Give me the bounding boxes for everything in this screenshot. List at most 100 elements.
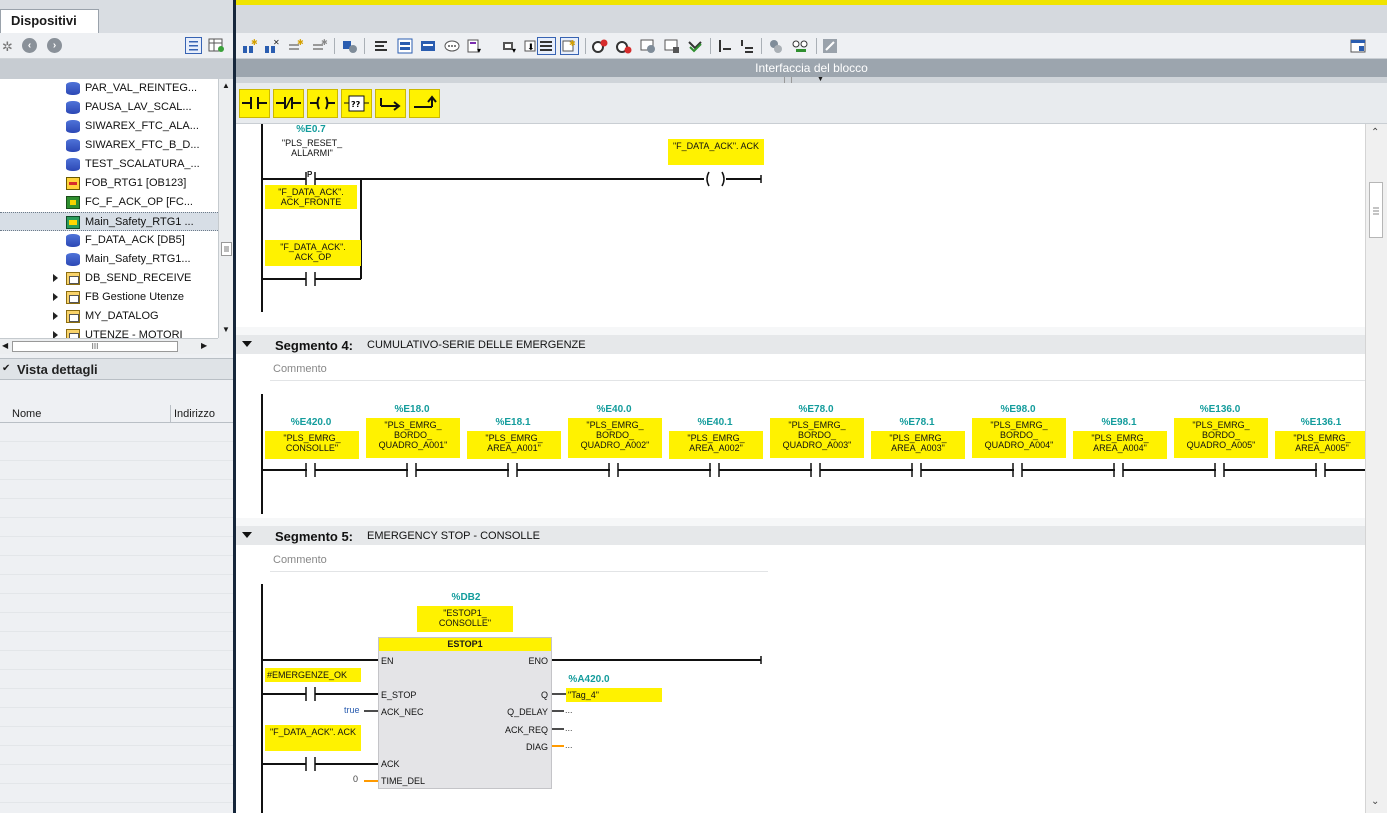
scroll-down-icon[interactable]: ⌄ xyxy=(1371,796,1379,807)
tree-horizontal-scrollbar[interactable]: ◀ III ▶ xyxy=(0,338,218,354)
editor-scroll-thumb[interactable] xyxy=(1369,182,1383,238)
favorites-toggle-icon[interactable]: ✱ xyxy=(560,37,579,55)
chevron-down-icon[interactable]: ✔ xyxy=(2,363,10,374)
series-contact[interactable] xyxy=(305,463,316,477)
append-row-icon[interactable]: ✱ xyxy=(312,38,328,54)
contact-tag-label[interactable]: "PLS_RESET_ ALLARMI" xyxy=(276,138,348,158)
series-contact[interactable] xyxy=(1214,463,1225,477)
tree-vertical-scrollbar[interactable]: ▲ ▼ xyxy=(218,79,233,338)
fav-close-branch[interactable] xyxy=(409,89,440,118)
set-bits-icon[interactable] xyxy=(717,38,733,54)
series-contact[interactable] xyxy=(810,463,821,477)
series-contact[interactable] xyxy=(1315,463,1326,477)
series-contact[interactable] xyxy=(1012,463,1023,477)
tree-scroll-thumb[interactable] xyxy=(221,242,232,256)
contact-tag[interactable]: "PLS_EMRG_ AREA_A005" xyxy=(1275,431,1365,459)
fav-output-coil[interactable] xyxy=(307,89,338,118)
contact-tag[interactable]: "PLS_EMRG_ AREA_A004" xyxy=(1073,431,1167,459)
parallel-contact-tag[interactable]: "F_DATA_ACK". ACK_OP xyxy=(265,240,361,266)
project-tree[interactable]: PAR_VAL_REINTEG... PAUSA_LAV_SCAL... SIWAR… xyxy=(0,79,218,338)
delete-network-icon[interactable]: ✕ xyxy=(264,38,280,54)
diag-output[interactable]: ... xyxy=(565,740,573,750)
networks-view-icon[interactable] xyxy=(397,38,413,54)
contact-tag[interactable]: "PLS_EMRG_ BORDO_ QUADRO_A001" xyxy=(366,418,460,458)
tree-item[interactable]: Main_Safety_RTG1 ... xyxy=(0,212,218,231)
table-view-icon[interactable] xyxy=(208,37,225,54)
contact-tag[interactable]: "PLS_EMRG_ AREA_A003" xyxy=(871,431,965,459)
q-delay-output[interactable]: ... xyxy=(565,705,573,715)
tree-hscroll-thumb[interactable]: III xyxy=(12,341,178,352)
expand-arrow-icon[interactable] xyxy=(53,312,58,320)
gear-icon[interactable]: ✲ xyxy=(2,39,13,55)
contact-tag[interactable]: "PLS_EMRG_ AREA_A002" xyxy=(669,431,763,459)
series-contact[interactable] xyxy=(1113,463,1124,477)
forward-icon[interactable]: › xyxy=(47,38,62,53)
block-name[interactable]: ESTOP1 xyxy=(379,638,551,651)
contact-tag[interactable]: "PLS_EMRG_ BORDO_ QUADRO_A004" xyxy=(972,418,1066,458)
tree-item[interactable]: PAR_VAL_REINTEG... xyxy=(0,79,218,98)
tree-item[interactable]: SIWAREX_FTC_ALA... xyxy=(0,117,218,136)
coil-tag[interactable]: "F_DATA_ACK". ACK xyxy=(668,139,764,165)
collapse-triangle-icon[interactable] xyxy=(242,532,252,538)
go-to-error-icon[interactable] xyxy=(592,38,608,54)
expand-arrow-icon[interactable] xyxy=(53,274,58,282)
online-icon[interactable] xyxy=(768,38,784,54)
tree-item[interactable]: FB Gestione Utenze xyxy=(0,288,218,307)
contact-tag[interactable]: "PLS_EMRG_ BORDO_ QUADRO_A003" xyxy=(770,418,864,458)
network4-header[interactable]: Segmento 4: CUMULATIVO-SERIE DELLE EMERG… xyxy=(236,335,1365,354)
estop1-block[interactable]: ESTOP1 EN ENO E_STOP Q ACK_NEC Q_DELAY A… xyxy=(378,637,552,789)
scroll-up-icon[interactable]: ▲ xyxy=(222,81,230,90)
series-contact[interactable] xyxy=(608,463,619,477)
safety-icon[interactable] xyxy=(822,38,838,54)
modify-values-icon[interactable] xyxy=(664,38,680,54)
ladder-canvas[interactable]: %E0.7 "PLS_RESET_ ALLARMI" P "F_DATA_ACK… xyxy=(236,124,1365,813)
show-favorites-icon[interactable]: ▾ xyxy=(502,38,518,54)
collapse-networks-icon[interactable] xyxy=(420,38,436,54)
q-output-tag[interactable]: "Tag_4" xyxy=(566,688,662,702)
time-del-value[interactable]: 0 xyxy=(353,774,358,784)
glasses-monitor-icon[interactable] xyxy=(792,38,808,54)
contact-tag[interactable]: "PLS_EMRG_ AREA_A001" xyxy=(467,431,561,459)
detail-view-header[interactable]: ✔ Vista dettagli xyxy=(0,358,233,380)
instance-db-tag[interactable]: "ESTOP1_ CONSOLLE" xyxy=(417,606,513,632)
window-layout-icon[interactable] xyxy=(1350,38,1366,54)
tree-item[interactable]: F_DATA_ACK [DB5] xyxy=(0,231,218,250)
scroll-right-icon[interactable]: ▶ xyxy=(201,341,207,350)
reset-bits-icon[interactable] xyxy=(739,38,755,54)
e-stop-operand-tag[interactable]: #EMERGENZE_OK xyxy=(265,668,361,682)
series-contact[interactable] xyxy=(911,463,922,477)
network4-comment[interactable]: Commento xyxy=(270,359,1365,381)
compare-icon[interactable] xyxy=(342,38,358,54)
block-interface-bar[interactable]: Interfaccia del blocco xyxy=(236,59,1387,77)
edge-memory-tag[interactable]: "F_DATA_ACK". ACK_FRONTE xyxy=(265,185,357,209)
tree-item[interactable]: FOB_RTG1 [OB123] xyxy=(0,174,218,193)
fav-normally-open-contact[interactable] xyxy=(239,89,270,118)
network4-title[interactable]: CUMULATIVO-SERIE DELLE EMERGENZE xyxy=(367,339,586,351)
column-header-indirizzo[interactable]: Indirizzo xyxy=(174,408,215,420)
ack-req-output[interactable]: ... xyxy=(565,723,573,733)
fav-empty-box[interactable]: ?? xyxy=(341,89,372,118)
tree-item[interactable]: DB_SEND_RECEIVE xyxy=(0,269,218,288)
list-view-icon[interactable] xyxy=(185,37,202,54)
ack-operand-tag[interactable]: "F_DATA_ACK". ACK xyxy=(265,725,361,751)
editor-vertical-scrollbar[interactable]: ⌃ ⌄ xyxy=(1365,124,1387,813)
tree-item[interactable]: MY_DATALOG xyxy=(0,307,218,326)
column-divider[interactable] xyxy=(170,405,171,423)
contact-tag[interactable]: "PLS_EMRG_ BORDO_ QUADRO_A002" xyxy=(568,418,662,458)
tab-dispositivi[interactable]: Dispositivi xyxy=(0,9,99,33)
scroll-left-icon[interactable]: ◀ xyxy=(2,341,8,350)
contact-tag[interactable]: "PLS_EMRG_ BORDO_ QUADRO_A005" xyxy=(1174,418,1268,458)
back-icon[interactable]: ‹ xyxy=(22,38,37,53)
scroll-up-icon[interactable]: ⌃ xyxy=(1371,127,1379,138)
tree-item[interactable]: FC_F_ACK_OP [FC... xyxy=(0,193,218,212)
next-error-icon[interactable] xyxy=(616,38,632,54)
check-icon[interactable] xyxy=(687,38,703,54)
tree-item[interactable]: SIWAREX_FTC_B_D... xyxy=(0,136,218,155)
network5-title[interactable]: EMERGENCY STOP - CONSOLLE xyxy=(367,530,540,542)
tag-info-icon[interactable]: ▾ xyxy=(467,38,483,54)
series-contact[interactable] xyxy=(406,463,417,477)
expand-arrow-icon[interactable] xyxy=(53,293,58,301)
fav-normally-closed-contact[interactable] xyxy=(273,89,304,118)
column-header-nome[interactable]: Nome xyxy=(12,408,41,420)
network5-header[interactable]: Segmento 5: EMERGENCY STOP - CONSOLLE xyxy=(236,526,1365,545)
